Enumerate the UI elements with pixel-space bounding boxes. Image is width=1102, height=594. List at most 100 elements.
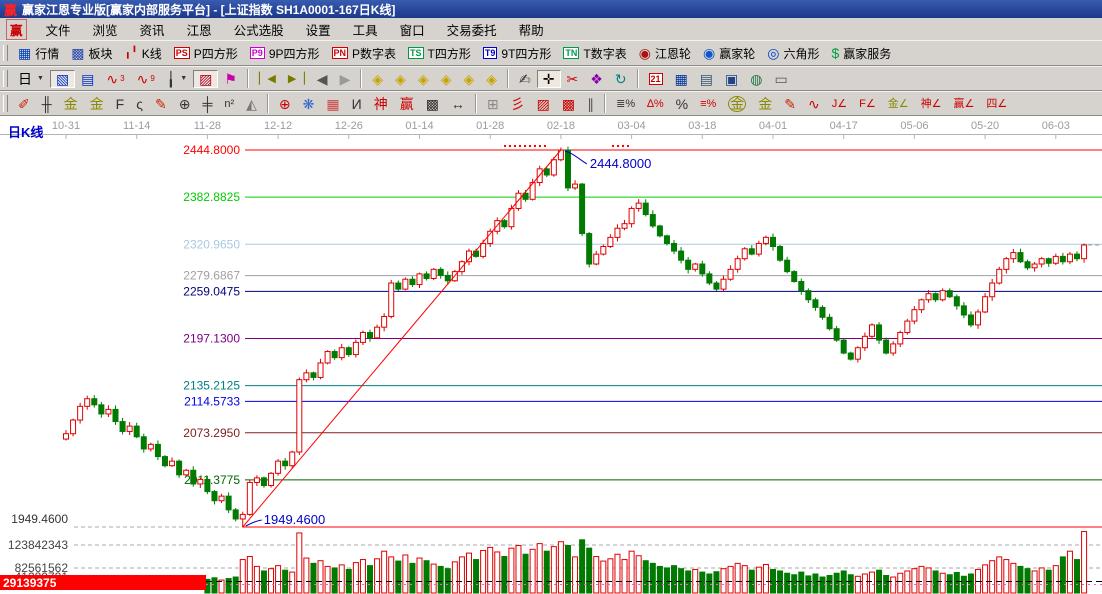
j-angle-button[interactable]: J∠	[826, 95, 853, 113]
percent-lines-button[interactable]: ≡%	[694, 95, 722, 113]
gold-levels-button[interactable]: 金	[752, 95, 778, 113]
save-button[interactable]: ▣	[719, 70, 744, 88]
wave-9-button[interactable]: ∿9	[131, 70, 161, 88]
t-square-button[interactable]: TST四方形	[402, 43, 477, 64]
first-page-button[interactable]: ▏◀	[253, 70, 282, 88]
menu-item[interactable]: 窗口	[389, 18, 436, 41]
k-mark-tool-button[interactable]: И	[346, 95, 368, 113]
fan-box2-tool-button[interactable]: ▩	[556, 95, 581, 113]
menu-item[interactable]: 文件	[35, 18, 82, 41]
gann-diamond-expand-button[interactable]: ◈	[412, 70, 435, 88]
volume-flag-button[interactable]: ⚑	[218, 70, 243, 88]
marker-pen-button[interactable]: ✎	[149, 95, 173, 113]
t9-square-button[interactable]: T99T四方形	[477, 43, 558, 64]
brush-tool-button[interactable]: ✎	[778, 95, 802, 113]
hand-tool-button[interactable]: ✍	[513, 70, 537, 88]
last-page-button[interactable]: ▶▕	[282, 70, 311, 88]
t-number-button[interactable]: TNT数字表	[557, 43, 632, 64]
hexagon-button[interactable]: ◎六角形	[761, 43, 825, 64]
ying-angle-button[interactable]: 赢∠	[947, 95, 980, 113]
four-angle-button[interactable]: 四∠	[980, 95, 1013, 113]
kline-button[interactable]: ╻╹K线	[119, 43, 168, 64]
p9-square-button[interactable]: P99P四方形	[244, 43, 326, 64]
toolbar-grip[interactable]	[3, 95, 8, 111]
f-angle-button[interactable]: F∠	[853, 95, 882, 113]
n-square-button[interactable]: n²	[218, 95, 240, 113]
menu-item[interactable]: 设置	[295, 18, 342, 41]
menu-item[interactable]: 公式选股	[223, 18, 295, 41]
spiral-tool-button[interactable]: ς	[130, 95, 149, 113]
crosshair-tool-button[interactable]: ✛	[537, 70, 561, 88]
period-day-dropdown[interactable]: 日▼	[12, 70, 50, 88]
corner-box-tool-button[interactable]: ⊞	[481, 95, 505, 113]
ying-tool-button[interactable]: 赢	[394, 95, 420, 113]
p-square-button[interactable]: PSP四方形	[168, 43, 244, 64]
wave-tool-button[interactable]: ∿	[802, 95, 826, 113]
h-range-tool-button[interactable]: ↔	[445, 95, 471, 113]
dense-grid-tool-button[interactable]: ▩	[420, 95, 445, 113]
target-tool-button[interactable]: ⊕	[273, 95, 297, 113]
gann-diamond-cross-button[interactable]: ◈	[480, 70, 503, 88]
overlay-chart-button[interactable]: ▧	[50, 70, 75, 88]
kline-chart-area[interactable]: 10-3111-1411-2812-1212-2601-1401-2802-18…	[0, 116, 1102, 594]
window-title-bar[interactable]: 赢 赢家江恩专业版[赢家内部服务平台] - [上证指数 SH1A0001-167…	[0, 0, 1102, 18]
gold-circle-button[interactable]: 金	[722, 94, 752, 114]
menu-logo-icon[interactable]: 赢	[6, 19, 27, 40]
scale-percent-button[interactable]: ≣%	[610, 95, 641, 113]
toolbar-grip[interactable]	[3, 45, 8, 62]
menu-item[interactable]: 资讯	[129, 18, 176, 41]
gann-diamond-compress-button[interactable]: ◈	[435, 70, 458, 88]
winner-wheel-button[interactable]: ◉赢家轮	[697, 43, 761, 64]
prev-page-button[interactable]: ◀	[311, 70, 334, 88]
sectors-button[interactable]: ▩板块	[65, 43, 118, 64]
grid-ruler-button[interactable]: ╫	[36, 95, 58, 113]
p-number-button[interactable]: PNP数字表	[326, 43, 403, 64]
network-button[interactable]: ◍	[744, 70, 768, 88]
fan-box-tool-button[interactable]: ▨	[531, 95, 556, 113]
info-panel-button[interactable]: ▤	[75, 70, 100, 88]
gann-shape-button[interactable]: ❖	[584, 70, 609, 88]
menu-item[interactable]: 工具	[342, 18, 389, 41]
shen-angle-button[interactable]: 神∠	[915, 95, 948, 113]
fan-lines-tool-button[interactable]: 彡	[505, 95, 531, 113]
next-page-button[interactable]: ▶	[334, 70, 357, 88]
pattern-button[interactable]: ▨	[193, 70, 218, 88]
gann-wheel-button[interactable]: ◉江恩轮	[633, 43, 697, 64]
menu-item[interactable]: 帮助	[508, 18, 555, 41]
menu-item[interactable]: 交易委托	[436, 18, 508, 41]
menu-item[interactable]: 浏览	[82, 18, 129, 41]
starburst-tool-button[interactable]: ❋	[297, 95, 321, 113]
menu-item[interactable]: 江恩	[176, 18, 223, 41]
hatch-ruler-button[interactable]: ╪	[196, 95, 218, 113]
notes-button[interactable]: ▤	[694, 70, 719, 88]
parallel-lines-tool-button[interactable]: ∥	[581, 95, 600, 113]
red-grid-tool-button[interactable]: ▦	[320, 95, 345, 113]
four-angle-icon: 四∠	[986, 97, 1007, 111]
wave-3-button[interactable]: ∿3	[100, 70, 130, 88]
circle-gauge-button[interactable]: ⊕	[173, 95, 197, 113]
gann-diamond-right-button[interactable]: ◈	[389, 70, 412, 88]
measure-tool-button[interactable]: ✂	[561, 70, 585, 88]
gann-diamond-grid-button[interactable]: ◈	[457, 70, 480, 88]
shen-tool-button[interactable]: 神	[368, 95, 394, 113]
chart-canvas[interactable]: 10-3111-1411-2812-1212-2601-1401-2802-18…	[0, 116, 1102, 594]
quotes-button[interactable]: ▦行情	[12, 43, 65, 64]
gold-gann-ruler-button[interactable]: 金	[58, 95, 84, 113]
print-button[interactable]: ▭	[768, 70, 793, 88]
gann-diamond-left-button[interactable]: ◈	[366, 70, 389, 88]
calculator-button[interactable]: ▦	[669, 70, 694, 88]
winner-service-button[interactable]: $赢家服务	[825, 43, 897, 64]
set-square-button[interactable]: ◭	[240, 95, 263, 113]
tri-percent-button[interactable]: ∆%	[641, 95, 670, 113]
gold-gann-ruler2-button[interactable]: 金	[84, 95, 110, 113]
volume-bar	[601, 561, 606, 593]
f-ruler-button[interactable]: F	[110, 95, 131, 113]
gold-angle-button[interactable]: 金∠	[882, 95, 915, 113]
percent-button[interactable]: %	[670, 95, 694, 113]
candle-body	[636, 203, 641, 208]
calendar-button[interactable]: 21	[643, 71, 669, 87]
pen-tool-button[interactable]: ✐	[12, 95, 36, 113]
candle-style-dropdown[interactable]: ╽▼	[161, 70, 193, 88]
cycle-tool-button[interactable]: ↻	[609, 70, 633, 88]
toolbar-grip[interactable]	[3, 70, 8, 86]
